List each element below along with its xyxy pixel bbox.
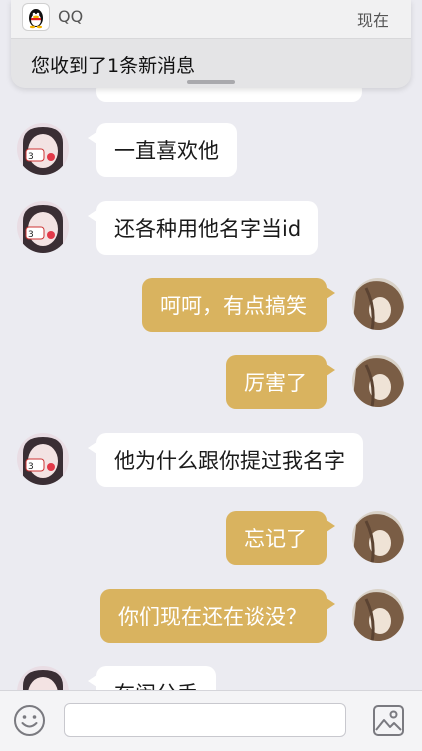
- message-bubble-incoming[interactable]: 在闹分手: [88, 666, 216, 690]
- qq-penguin-icon: [22, 3, 50, 31]
- friend-avatar-image: 3: [17, 666, 69, 690]
- avatar-self[interactable]: [352, 511, 404, 563]
- avatar-self[interactable]: [352, 355, 404, 407]
- message-text: 他为什么跟你提过我名字: [114, 449, 345, 473]
- friend-avatar-image: 3: [17, 433, 69, 485]
- notification-header: QQ 现在: [11, 0, 411, 39]
- notification-message: 您收到了1条新消息: [31, 55, 196, 77]
- notification-time: 现在: [356, 11, 389, 30]
- svg-text:3: 3: [28, 152, 34, 162]
- avatar-friend[interactable]: 3: [17, 201, 69, 253]
- smiley-face-icon[interactable]: [13, 704, 46, 737]
- message-bubble-outgoing[interactable]: 忘记了: [226, 511, 335, 565]
- message-bubble-outgoing[interactable]: 你们现在还在谈没？: [100, 589, 335, 643]
- message-text: 在闹分手: [114, 678, 198, 690]
- message-input[interactable]: [64, 703, 346, 737]
- notification-grabber[interactable]: [187, 80, 235, 84]
- svg-text:3: 3: [28, 462, 34, 472]
- self-avatar-image: [352, 511, 404, 563]
- message-bubble-incoming[interactable]: 一直喜欢他: [88, 123, 237, 177]
- notification-app-name: QQ: [58, 7, 84, 26]
- notification-banner[interactable]: QQ 现在 您收到了1条新消息: [11, 0, 411, 88]
- message-text: 忘记了: [244, 527, 307, 551]
- message-text: 厉害了: [244, 371, 307, 395]
- chat-area[interactable]: 3 一直喜欢他 3 还各种用他名字当id 呵呵，有点搞笑 厉害了 3 他为什么跟…: [0, 0, 422, 690]
- message-bubble-outgoing[interactable]: 呵呵，有点搞笑: [142, 278, 335, 332]
- avatar-friend[interactable]: 3: [17, 123, 69, 175]
- input-bar: [0, 690, 422, 751]
- self-avatar-image: [352, 355, 404, 407]
- image-picker-icon[interactable]: [372, 704, 405, 737]
- self-avatar-image: [352, 589, 404, 641]
- svg-text:3: 3: [28, 230, 34, 240]
- avatar-self[interactable]: [352, 278, 404, 330]
- message-bubble-incoming[interactable]: 还各种用他名字当id: [88, 201, 318, 255]
- message-bubble-outgoing[interactable]: 厉害了: [226, 355, 335, 409]
- message-text: 还各种用他名字当id: [114, 217, 302, 241]
- avatar-friend[interactable]: 3: [17, 433, 69, 485]
- avatar-self[interactable]: [352, 589, 404, 641]
- friend-avatar-image: 3: [17, 201, 69, 253]
- avatar-friend[interactable]: 3: [17, 666, 69, 690]
- friend-avatar-image: 3: [17, 123, 69, 175]
- message-text: 你们现在还在谈没？: [118, 605, 307, 629]
- self-avatar-image: [352, 278, 404, 330]
- message-bubble-incoming[interactable]: 他为什么跟你提过我名字: [88, 433, 363, 487]
- message-text: 一直喜欢他: [114, 139, 219, 163]
- message-text: 呵呵，有点搞笑: [160, 294, 307, 318]
